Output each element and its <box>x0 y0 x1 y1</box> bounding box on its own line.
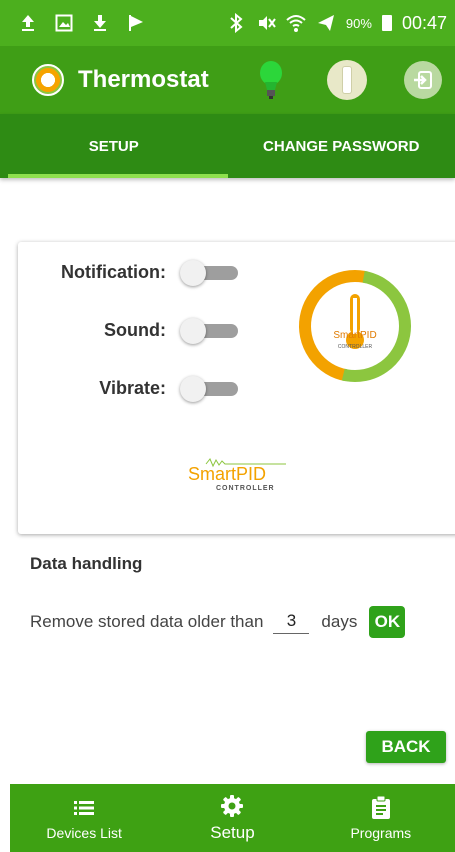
tab-change-password[interactable]: CHANGE PASSWORD <box>228 114 455 178</box>
notification-label: Notification: <box>61 261 166 282</box>
svg-text:SmartPID: SmartPID <box>333 330 376 341</box>
lightbulb-button[interactable] <box>251 60 291 100</box>
days-input[interactable] <box>273 610 310 634</box>
status-left-icons <box>18 13 146 33</box>
image-icon <box>54 13 74 33</box>
nav-devices-list-label: Devices List <box>46 825 122 841</box>
settings-card: Notification: Sound: Vibrate: SmartPID C… <box>18 242 455 534</box>
airplane-icon <box>316 13 336 33</box>
app-title: Thermostat <box>78 66 209 93</box>
svg-text:SmartPID: SmartPID <box>188 464 266 484</box>
status-bar: 90% 00:47 <box>0 0 455 46</box>
notification-toggle[interactable] <box>180 260 238 286</box>
vibrate-toggle[interactable] <box>180 376 238 402</box>
battery-icon <box>381 15 392 31</box>
screen: 90% 00:47 Thermostat SETUP CHANGE PASSWO… <box>0 0 455 852</box>
days-label: days <box>321 612 358 631</box>
notification-row: Notification: <box>18 252 258 292</box>
list-icon <box>74 795 95 821</box>
download-icon <box>90 13 110 33</box>
sound-row: Sound: <box>18 310 258 350</box>
flag-icon <box>126 13 146 33</box>
svg-text:CONTROLLER: CONTROLLER <box>338 344 373 350</box>
tab-setup[interactable]: SETUP <box>0 114 228 178</box>
app-bar-actions <box>251 60 443 100</box>
mute-icon <box>256 13 276 33</box>
app-logo-icon <box>32 64 64 96</box>
svg-text:CONTROLLER: CONTROLLER <box>216 485 275 492</box>
smartpid-wordmark: SmartPID CONTROLLER <box>188 458 286 492</box>
ok-button[interactable]: OK <box>369 606 406 638</box>
sound-toggle[interactable] <box>180 318 238 344</box>
upload-icon <box>18 13 38 33</box>
bluetooth-icon <box>226 13 246 33</box>
battery-percent: 90% <box>345 15 372 31</box>
remove-data-row: Remove stored data older than days OK <box>30 604 406 640</box>
nav-programs-label: Programs <box>350 825 412 841</box>
bottom-navigation: Devices List Setup Programs <box>10 784 455 852</box>
vibrate-label: Vibrate: <box>99 377 166 398</box>
tab-bar: SETUP CHANGE PASSWORD <box>0 114 455 178</box>
clock: 00:47 <box>401 12 447 33</box>
wifi-icon <box>286 13 306 33</box>
gear-icon <box>220 793 244 819</box>
lightbulb-icon <box>260 61 282 99</box>
logout-button[interactable] <box>403 60 443 100</box>
vibrate-row: Vibrate: <box>18 368 258 408</box>
logout-icon <box>404 61 442 99</box>
smartpid-logo-icon: SmartPID CONTROLLER <box>299 270 411 382</box>
back-button[interactable]: BACK <box>366 731 446 763</box>
nav-setup[interactable]: Setup <box>158 784 306 852</box>
status-right-icons: 90% 00:47 <box>226 13 447 34</box>
info-button[interactable] <box>327 60 367 100</box>
info-icon <box>327 60 367 100</box>
sound-label: Sound: <box>104 319 166 340</box>
data-handling-title: Data handling <box>30 554 143 573</box>
app-bar: Thermostat <box>0 46 455 114</box>
nav-programs[interactable]: Programs <box>307 784 455 852</box>
nav-setup-label: Setup <box>210 823 255 842</box>
remove-data-label: Remove stored data older than <box>30 612 264 631</box>
clipboard-icon <box>371 795 391 821</box>
nav-devices-list[interactable]: Devices List <box>10 784 158 852</box>
